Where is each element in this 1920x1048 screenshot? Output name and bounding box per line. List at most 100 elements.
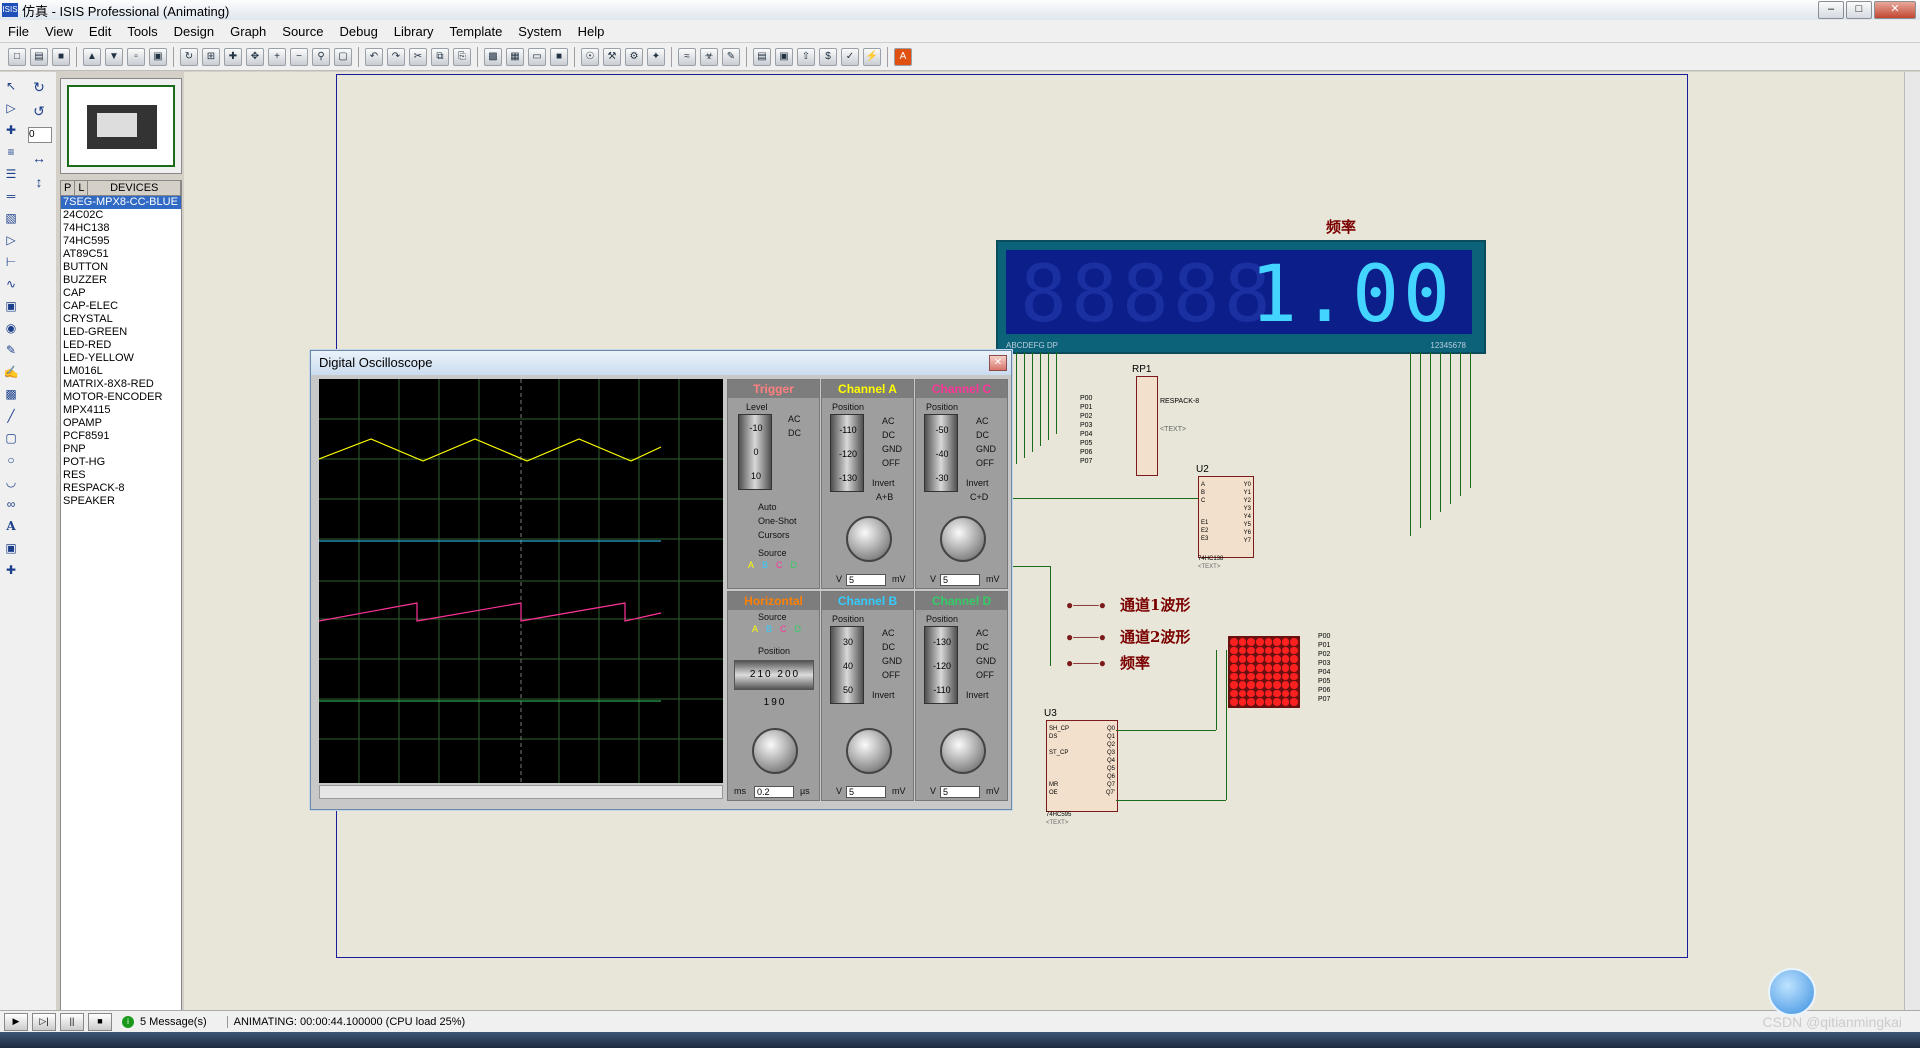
channel-a-position-slider[interactable]: -110 -120 -130 [830,414,864,492]
trigger-cursors-option[interactable]: Cursors [758,530,790,540]
horizontal-source-channels[interactable]: ABCD [752,624,809,634]
rotation-angle-input[interactable] [28,126,52,143]
device-item[interactable]: RESPACK-8 [61,482,181,495]
channel-c-coupling[interactable]: AC DC GND OFF [976,414,996,470]
channel-a-invert[interactable]: Invert [872,478,895,488]
zoom-in-icon[interactable]: + [268,47,286,66]
menu-debug[interactable]: Debug [331,24,385,39]
device-item[interactable]: LED-GREEN [61,326,181,339]
cut-icon[interactable]: ✂ [409,47,427,66]
channel-b-invert[interactable]: Invert [872,690,895,700]
device-item[interactable]: LM016L [61,365,181,378]
device-item[interactable]: CAP [61,287,181,300]
voltage-probe-icon[interactable]: ✎ [3,342,19,358]
graph-icon[interactable]: ∿ [3,276,19,292]
junction-dot-icon[interactable]: ✚ [3,122,19,138]
ares-icon[interactable]: A [894,47,912,66]
circle-icon[interactable]: ○ [3,452,19,468]
step-button[interactable]: ▷| [32,1013,56,1031]
horizontal-value[interactable]: 0.2 [754,786,794,798]
message-count[interactable]: i5 Message(s) [122,1016,207,1028]
pick-devices-button[interactable]: P [61,181,76,195]
text-icon[interactable]: A [3,518,19,534]
save-icon[interactable]: ■ [52,47,70,66]
virtual-instruments-icon[interactable]: ▩ [3,386,19,402]
current-probe-icon[interactable]: ✍ [3,364,19,380]
trigger-source-channels[interactable]: ABCD [748,560,805,570]
remove-sheet-icon[interactable]: ▣ [775,47,793,66]
menu-view[interactable]: View [37,24,81,39]
block-delete-icon[interactable]: ■ [550,47,568,66]
tape-recorder-icon[interactable]: ▣ [3,298,19,314]
origin-icon[interactable]: ✚ [224,47,242,66]
mirror-y-icon[interactable]: ↕ [30,173,48,191]
redraw-icon[interactable]: ↻ [180,47,198,66]
text-script-icon[interactable]: ☰ [3,166,19,182]
channel-a-gain-knob[interactable] [846,516,892,562]
oscilloscope-window[interactable]: Digital Oscilloscope ✕ Trigger Level -10 [310,350,1012,810]
channel-c-combine[interactable]: C+D [970,492,988,502]
channel-c-invert[interactable]: Invert [966,478,989,488]
undo-icon[interactable]: ↶ [365,47,383,66]
device-item[interactable]: SPEAKER [61,495,181,508]
device-item[interactable]: CRYSTAL [61,313,181,326]
search-icon[interactable]: ☣ [700,47,718,66]
channel-c-gain-knob[interactable] [940,516,986,562]
line-icon[interactable]: ╱ [3,408,19,424]
copy-icon[interactable]: ⧉ [431,47,449,66]
subcircuit-icon[interactable]: ▧ [3,210,19,226]
netlist-to-ares-icon[interactable]: ⚡ [863,47,881,66]
u3-74hc595[interactable]: SH_CP DS ST_CP MR OE Q0 Q1 Q2 Q3 Q4 Q5 Q6 Q7 Q7' [1046,720,1118,812]
zoom-out-icon[interactable]: − [290,47,308,66]
device-item[interactable]: 24C02C [61,209,181,222]
arc-icon[interactable]: ◡ [3,474,19,490]
device-item[interactable]: 74HC595 [61,235,181,248]
import-icon[interactable]: ▲ [83,47,101,66]
wire-autorouter-icon[interactable]: ≈ [678,47,696,66]
rotate-clockwise-icon[interactable]: ↻ [30,78,48,96]
buses-icon[interactable]: ═ [3,188,19,204]
minimize-button[interactable]: – [1818,1,1844,19]
device-item[interactable]: PNP [61,443,181,456]
menu-help[interactable]: Help [570,24,613,39]
mirror-x-icon[interactable]: ↔ [30,149,48,167]
push-button-channel1[interactable]: ●───● [1066,598,1106,612]
channel-d-invert[interactable]: Invert [966,690,989,700]
block-rotate-icon[interactable]: ▭ [528,47,546,66]
trigger-level-slider[interactable]: -10 0 10 [738,414,772,490]
device-item[interactable]: OPAMP [61,417,181,430]
device-item[interactable]: PCF8591 [61,430,181,443]
bill-of-materials-icon[interactable]: $ [819,47,837,66]
device-item[interactable]: LED-RED [61,339,181,352]
grid-icon[interactable]: ⊞ [202,47,220,66]
device-item[interactable]: MOTOR-ENCODER [61,391,181,404]
overview-window[interactable] [60,78,182,174]
component-mode-icon[interactable]: ▷ [3,100,19,116]
device-item[interactable]: RES [61,469,181,482]
channel-b-position-slider[interactable]: 30 40 50 [830,626,864,704]
channel-d-value[interactable]: 5 [940,786,980,798]
device-item[interactable]: MATRIX-8X8-RED [61,378,181,391]
print-area-icon[interactable]: ▣ [149,47,167,66]
scope-horizontal-scrollbar[interactable] [319,785,723,799]
property-tool-icon[interactable]: ✎ [722,47,740,66]
device-item[interactable]: POT-HG [61,456,181,469]
box-icon[interactable]: ▢ [3,430,19,446]
trigger-ac-option[interactable]: AC [788,414,801,424]
pan-icon[interactable]: ✥ [246,47,264,66]
block-move-icon[interactable]: ▦ [506,47,524,66]
channel-d-gain-knob[interactable] [940,728,986,774]
make-device-icon[interactable]: ⚒ [603,47,621,66]
channel-a-value[interactable]: 5 [846,574,886,586]
menu-design[interactable]: Design [166,24,222,39]
push-button-channel2[interactable]: ●───● [1066,630,1106,644]
push-button-frequency[interactable]: ●───● [1066,656,1106,670]
menu-edit[interactable]: Edit [81,24,119,39]
device-item[interactable]: CAP-ELEC [61,300,181,313]
device-item[interactable]: BUZZER [61,274,181,287]
menu-tools[interactable]: Tools [119,24,165,39]
rotate-anticlockwise-icon[interactable]: ↺ [30,102,48,120]
symbol-icon[interactable]: ▣ [3,540,19,556]
seven-segment-display[interactable]: 88888 1.00 ABCDEFG DP 12345678 [996,240,1486,354]
menu-file[interactable]: File [0,24,37,39]
